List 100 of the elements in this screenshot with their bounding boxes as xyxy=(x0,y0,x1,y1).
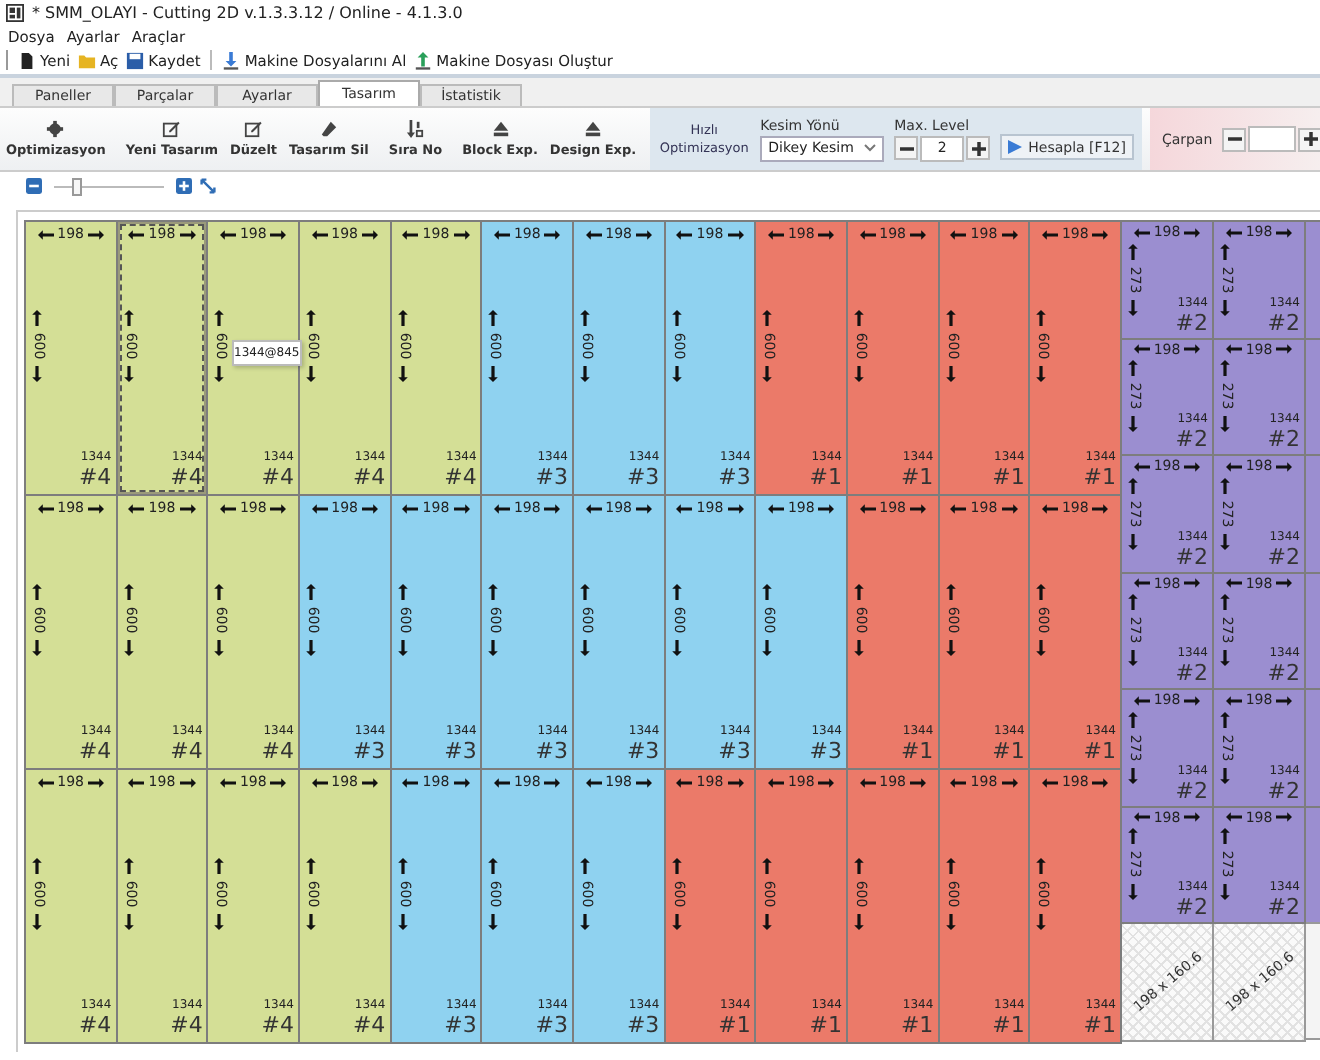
piece-number: #2 xyxy=(1267,426,1300,452)
left-arrow-icon xyxy=(402,229,419,239)
right-arrow-icon xyxy=(727,229,744,239)
up-arrow-icon xyxy=(671,858,682,874)
left-arrow-icon xyxy=(859,777,876,787)
down-arrow-icon xyxy=(397,366,408,382)
down-arrow-icon xyxy=(214,640,225,656)
minus-icon xyxy=(1227,132,1242,146)
down-arrow-icon xyxy=(1220,533,1230,550)
play-icon xyxy=(1008,140,1023,154)
right-arrow-icon xyxy=(453,229,470,239)
left-arrow-icon xyxy=(950,777,967,787)
right-arrow-icon xyxy=(88,229,105,239)
left-arrow-icon xyxy=(219,229,236,239)
left-arrow-icon xyxy=(1133,578,1150,588)
down-arrow-icon xyxy=(123,640,134,656)
up-arrow-icon xyxy=(945,310,956,326)
left-arrow-icon xyxy=(767,503,784,513)
left-arrow-icon xyxy=(1133,227,1150,237)
left-arrow-icon xyxy=(128,503,145,513)
down-arrow-icon xyxy=(762,914,773,930)
down-arrow-icon xyxy=(1036,366,1047,382)
down-arrow-icon xyxy=(1036,640,1047,656)
piece-number: #3 xyxy=(626,464,660,490)
left-arrow-icon xyxy=(493,777,510,787)
right-arrow-icon xyxy=(910,777,927,787)
left-arrow-icon xyxy=(676,777,693,787)
right-arrow-icon xyxy=(727,777,744,787)
down-arrow-icon xyxy=(32,914,42,930)
left-arrow-icon xyxy=(493,503,510,513)
down-arrow-icon xyxy=(32,366,42,382)
down-arrow-icon xyxy=(854,914,864,930)
right-arrow-icon xyxy=(1276,812,1293,822)
piece-number: #2 xyxy=(1267,309,1300,335)
right-arrow-icon xyxy=(1276,227,1293,237)
piece-number: #4 xyxy=(78,738,112,764)
up-arrow-icon xyxy=(306,858,316,874)
right-arrow-icon xyxy=(910,503,927,513)
plus-button[interactable] xyxy=(1298,127,1320,151)
up-arrow-icon xyxy=(1220,711,1230,728)
fit-icon[interactable] xyxy=(200,178,216,194)
gear-icon xyxy=(46,120,65,138)
down-arrow-icon xyxy=(1128,416,1138,433)
left-arrow-icon xyxy=(1133,695,1150,705)
down-arrow-icon xyxy=(123,914,134,930)
left-arrow-icon xyxy=(767,229,784,239)
up-arrow-icon xyxy=(214,584,225,600)
right-arrow-icon xyxy=(544,777,561,787)
minus-button[interactable] xyxy=(1222,127,1247,151)
piece-number: #3 xyxy=(626,738,660,764)
piece-number: #4 xyxy=(444,464,477,490)
piece-number: #3 xyxy=(444,738,477,764)
right-arrow-icon xyxy=(453,777,470,787)
right-arrow-icon xyxy=(270,503,287,513)
piece-number: #1 xyxy=(900,464,934,490)
right-arrow-icon xyxy=(636,229,653,239)
right-arrow-icon xyxy=(1092,229,1109,239)
up-arrow-icon xyxy=(397,584,408,600)
piece-number: #1 xyxy=(992,464,1025,490)
left-arrow-icon xyxy=(585,503,602,513)
left-arrow-icon xyxy=(1225,461,1242,471)
right-arrow-icon xyxy=(727,503,744,513)
left-arrow-icon xyxy=(219,777,236,787)
right-arrow-icon xyxy=(1001,229,1018,239)
up-arrow-icon xyxy=(1220,360,1230,377)
left-arrow-icon xyxy=(128,777,145,787)
edit-icon xyxy=(162,120,181,138)
zoom-in-icon[interactable] xyxy=(176,178,192,194)
left-arrow-icon xyxy=(950,229,967,239)
up-arrow-icon xyxy=(1220,477,1230,494)
right-arrow-icon xyxy=(1184,227,1201,237)
right-arrow-icon xyxy=(636,777,653,787)
down-arrow-icon xyxy=(580,366,590,382)
left-arrow-icon xyxy=(402,503,419,513)
right-arrow-icon xyxy=(1001,777,1018,787)
down-arrow-icon xyxy=(306,640,316,656)
down-arrow-icon xyxy=(488,640,499,656)
multiplier-field[interactable] xyxy=(1248,126,1297,152)
right-arrow-icon xyxy=(1092,503,1109,513)
right-arrow-icon xyxy=(179,229,196,239)
up-arrow-icon xyxy=(32,858,42,874)
right-arrow-icon xyxy=(1276,578,1293,588)
edit-icon xyxy=(244,120,263,138)
left-arrow-icon xyxy=(311,229,328,239)
piece-number: #2 xyxy=(1267,543,1300,569)
plus-button[interactable] xyxy=(966,136,991,160)
plus-icon xyxy=(1303,132,1318,146)
right-arrow-icon xyxy=(362,777,379,787)
zoom-out-icon[interactable] xyxy=(26,178,42,194)
up-arrow-icon xyxy=(1128,360,1138,377)
right-arrow-icon xyxy=(179,777,196,787)
right-arrow-icon xyxy=(1276,461,1293,471)
right-arrow-icon xyxy=(270,229,287,239)
eject-icon xyxy=(584,120,603,138)
left-arrow-icon xyxy=(1225,344,1242,354)
piece-number: #1 xyxy=(900,1012,934,1038)
plus-icon xyxy=(971,141,986,155)
piece-number: #2 xyxy=(1267,660,1300,686)
minus-button[interactable] xyxy=(894,136,919,160)
up-arrow-icon xyxy=(854,310,864,326)
